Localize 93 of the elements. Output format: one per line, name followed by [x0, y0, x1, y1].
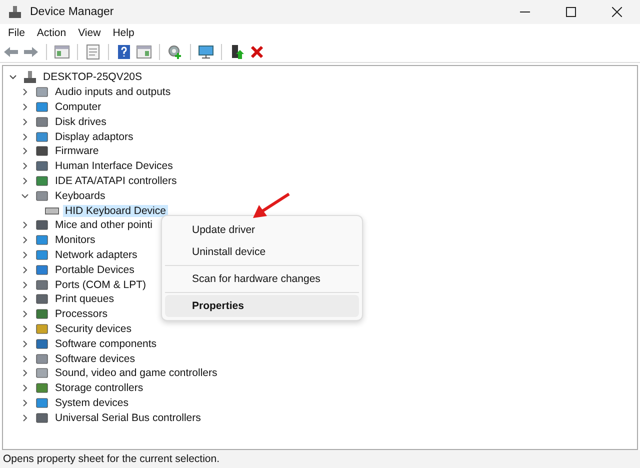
expand-chevron-icon[interactable] [21, 147, 29, 156]
help-icon[interactable] [116, 44, 132, 60]
tree-item[interactable]: Human Interface Devices [53, 160, 175, 172]
device-icon [35, 336, 49, 351]
device-icon [35, 174, 49, 188]
menu-item[interactable]: File [2, 27, 31, 39]
monitor-icon[interactable] [198, 44, 214, 60]
tree-item[interactable]: Portable Devices [53, 264, 136, 276]
tree-item[interactable]: Display adaptors [53, 130, 136, 143]
properties-icon[interactable] [85, 44, 101, 60]
uninstall-icon[interactable] [249, 44, 265, 60]
expand-chevron-icon[interactable] [21, 310, 29, 318]
tree-item[interactable]: Disk drives [53, 116, 108, 128]
menu-item[interactable]: Help [106, 27, 140, 39]
console-tree-icon[interactable] [54, 44, 70, 60]
expand-chevron-icon[interactable] [21, 324, 29, 333]
menu-item[interactable]: View [72, 27, 107, 39]
menu-item[interactable]: Update driver [165, 219, 359, 241]
view-icon[interactable] [136, 44, 152, 60]
expand-chevron-icon[interactable] [21, 398, 29, 407]
device-icon [35, 144, 49, 158]
status-bar: Opens property sheet for the current selection. [0, 450, 640, 468]
tree-item[interactable]: Storage controllers [53, 382, 146, 394]
tree-item[interactable]: Processors [53, 308, 110, 320]
expand-chevron-icon[interactable] [21, 102, 29, 111]
tree-item[interactable]: DESKTOP-25QV20S [41, 71, 144, 84]
expand-chevron-icon[interactable] [21, 236, 29, 244]
device-icon [35, 188, 49, 203]
tree-item[interactable]: HID Keyboard Device [63, 204, 168, 217]
tree-item[interactable]: Print queues [53, 293, 116, 306]
expand-chevron-icon[interactable] [21, 369, 29, 378]
tree-item[interactable]: Software devices [53, 352, 137, 365]
tree-item[interactable]: Universal Serial Bus controllers [53, 412, 203, 424]
menu-item[interactable]: Properties [165, 295, 359, 317]
device-icon [35, 352, 49, 366]
device-icon [35, 262, 49, 277]
tree-item[interactable]: Keyboards [53, 190, 108, 202]
device-icon [35, 233, 49, 248]
expand-chevron-icon[interactable] [21, 221, 29, 230]
maximize-icon [566, 7, 576, 17]
back-icon[interactable] [3, 44, 19, 60]
device-icon [35, 292, 49, 306]
scan-icon[interactable] [167, 44, 183, 60]
device-icon [35, 248, 49, 262]
computer-icon [23, 70, 37, 84]
window-title: Device Manager [30, 6, 114, 18]
device-icon [35, 410, 49, 425]
device-icon [35, 278, 49, 292]
collapse-chevron-icon[interactable] [9, 73, 17, 82]
expand-chevron-icon[interactable] [21, 88, 29, 96]
device-icon [35, 366, 49, 380]
menu-item[interactable]: Uninstall device [165, 241, 359, 263]
expand-chevron-icon[interactable] [21, 340, 29, 348]
device-icon [35, 322, 49, 336]
collapse-chevron-icon[interactable] [21, 192, 29, 200]
expand-chevron-icon[interactable] [21, 162, 29, 170]
device-icon [35, 218, 49, 232]
expand-chevron-icon[interactable] [21, 280, 29, 289]
app-icon [8, 5, 22, 19]
enable-device-icon[interactable] [229, 44, 245, 60]
expand-chevron-icon[interactable] [21, 250, 29, 259]
device-icon [35, 130, 49, 144]
tree-item[interactable]: IDE ATA/ATAPI controllers [53, 174, 179, 187]
tree-item[interactable]: Software components [53, 338, 159, 350]
tree-item[interactable]: Sound, video and game controllers [53, 367, 220, 380]
menu-item[interactable]: Action [30, 27, 72, 39]
tree-item[interactable]: Ports (COM & LPT) [53, 278, 148, 291]
expand-chevron-icon[interactable] [21, 266, 29, 274]
tree-item[interactable]: Network adapters [53, 248, 140, 261]
expand-chevron-icon[interactable] [21, 132, 29, 141]
tree-item[interactable]: System devices [53, 396, 131, 409]
device-icon [35, 85, 49, 100]
device-icon [35, 396, 49, 410]
expand-chevron-icon[interactable] [21, 414, 29, 422]
device-icon [35, 114, 49, 129]
device-icon [35, 100, 49, 114]
tree-item[interactable]: Audio inputs and outputs [53, 86, 173, 98]
forward-icon[interactable] [23, 44, 39, 60]
device-icon [35, 381, 49, 396]
expand-chevron-icon[interactable] [21, 295, 29, 304]
tree-item[interactable]: Computer [53, 100, 104, 113]
close-icon [612, 7, 622, 17]
tree-item[interactable]: Security devices [53, 322, 134, 335]
expand-chevron-icon[interactable] [21, 384, 29, 392]
expand-chevron-icon[interactable] [21, 176, 29, 185]
tree-item[interactable]: Monitors [53, 234, 98, 246]
tree-item[interactable]: Firmware [53, 145, 101, 158]
tree-item[interactable]: Mice and other pointi [53, 219, 154, 232]
device-icon [35, 307, 49, 322]
device-icon [35, 159, 49, 174]
menu-item[interactable]: Scan for hardware changes [165, 268, 359, 290]
expand-chevron-icon[interactable] [21, 118, 29, 126]
expand-chevron-icon[interactable] [21, 354, 29, 363]
